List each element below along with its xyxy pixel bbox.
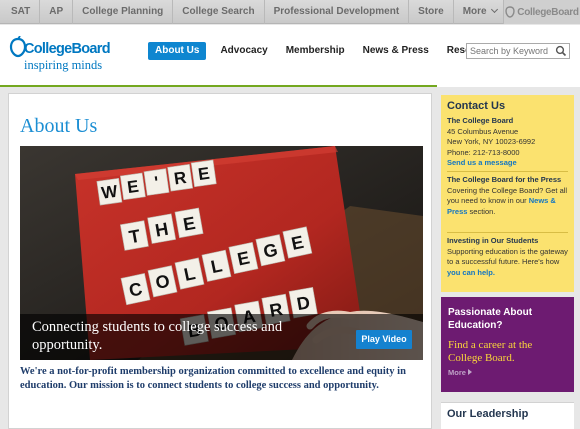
- leadership-section: Our Leadership: [441, 402, 574, 429]
- send-message-link[interactable]: Send us a message: [447, 158, 571, 169]
- arrow-right-icon: [467, 369, 472, 375]
- utility-link-college-planning[interactable]: College Planning: [73, 0, 174, 24]
- more-label: More: [462, 6, 487, 17]
- divider: [447, 232, 568, 233]
- nav-membership[interactable]: Membership: [277, 42, 354, 60]
- contact-box: Contact Us The College Board 45 Columbus…: [441, 95, 574, 292]
- press-heading: The College Board for the Press: [447, 175, 562, 184]
- utility-link-ap[interactable]: AP: [40, 0, 74, 24]
- main-content: About Us W E ' R E T H E C O L L E G E R…: [8, 93, 432, 429]
- invest-text-body: Supporting education is the gateway to a…: [447, 246, 568, 267]
- promo-text: Find a career at the College Board.: [448, 339, 533, 364]
- utility-more-menu[interactable]: More: [454, 0, 507, 24]
- hero-caption: Connecting students to college success a…: [32, 319, 283, 353]
- contact-address: The College Board 45 Columbus Avenue New…: [447, 116, 571, 169]
- promo-more-label: More: [448, 368, 466, 377]
- header-accent-bar: [0, 85, 437, 87]
- invest-text: Supporting education is the gateway to a…: [447, 247, 571, 279]
- logo-tagline: inspiring minds: [24, 58, 103, 72]
- chevron-down-icon: [490, 5, 498, 14]
- utility-bar: SAT AP College Planning College Search P…: [0, 0, 580, 24]
- nav-news-press[interactable]: News & Press: [354, 42, 438, 60]
- collegeboard-logo[interactable]: CollegeBoard inspiring minds: [9, 36, 119, 80]
- utility-link-professional-development[interactable]: Professional Development: [265, 0, 410, 24]
- nav-advocacy[interactable]: Advocacy: [211, 42, 276, 60]
- intro-paragraph: We're a not-for-profit membership organi…: [20, 366, 406, 391]
- search-icon[interactable]: [553, 44, 569, 58]
- press-section: The College Board for the Press Covering…: [447, 175, 571, 217]
- leadership-heading: Our Leadership: [447, 408, 529, 420]
- hero-video[interactable]: WE'RE THE COLLEGE BOARD Connecting stude…: [20, 146, 423, 360]
- utility-brand-logo[interactable]: CollegeBoard: [503, 0, 580, 24]
- contact-address-line2: New York, NY 10023-6992: [447, 137, 536, 146]
- utility-link-sat[interactable]: SAT: [0, 0, 41, 24]
- site-header: CollegeBoard inspiring minds About Us Ad…: [0, 25, 580, 87]
- promo-heading: Passionate About Education?: [448, 307, 533, 331]
- utility-nav: SAT AP College Planning College Search P…: [0, 0, 507, 24]
- page-title: About Us: [20, 115, 98, 137]
- you-can-help-link[interactable]: you can help.: [447, 268, 495, 277]
- contact-address-line1: 45 Columbus Avenue: [447, 126, 519, 136]
- acorn-icon: [505, 6, 515, 18]
- press-text-end: section.: [469, 206, 496, 216]
- careers-promo[interactable]: Passionate About Education? Find a caree…: [441, 297, 574, 392]
- promo-more-link[interactable]: More: [448, 368, 472, 377]
- invest-heading: Investing in Our Students: [447, 236, 539, 245]
- utility-brand-text: CollegeBoard: [517, 6, 579, 18]
- hero-caption-bar: Connecting students to college success a…: [20, 314, 423, 360]
- divider: [447, 171, 568, 172]
- invest-section: Investing in Our Students Supporting edu…: [447, 236, 571, 278]
- search-box: [466, 43, 570, 59]
- main-nav: About Us Advocacy Membership News & Pres…: [148, 42, 501, 60]
- contact-heading: Contact Us: [447, 100, 506, 112]
- contact-phone: Phone: 212-713-8000: [447, 147, 520, 157]
- contact-org: The College Board: [447, 116, 514, 125]
- utility-link-college-search[interactable]: College Search: [173, 0, 265, 24]
- logo-name: CollegeBoard: [24, 41, 111, 57]
- nav-about-us[interactable]: About Us: [148, 42, 207, 60]
- utility-link-store[interactable]: Store: [409, 0, 454, 24]
- press-text: Covering the College Board? Get all you …: [447, 186, 571, 218]
- search-input[interactable]: [467, 44, 553, 58]
- play-video-button[interactable]: Play Video: [356, 330, 412, 349]
